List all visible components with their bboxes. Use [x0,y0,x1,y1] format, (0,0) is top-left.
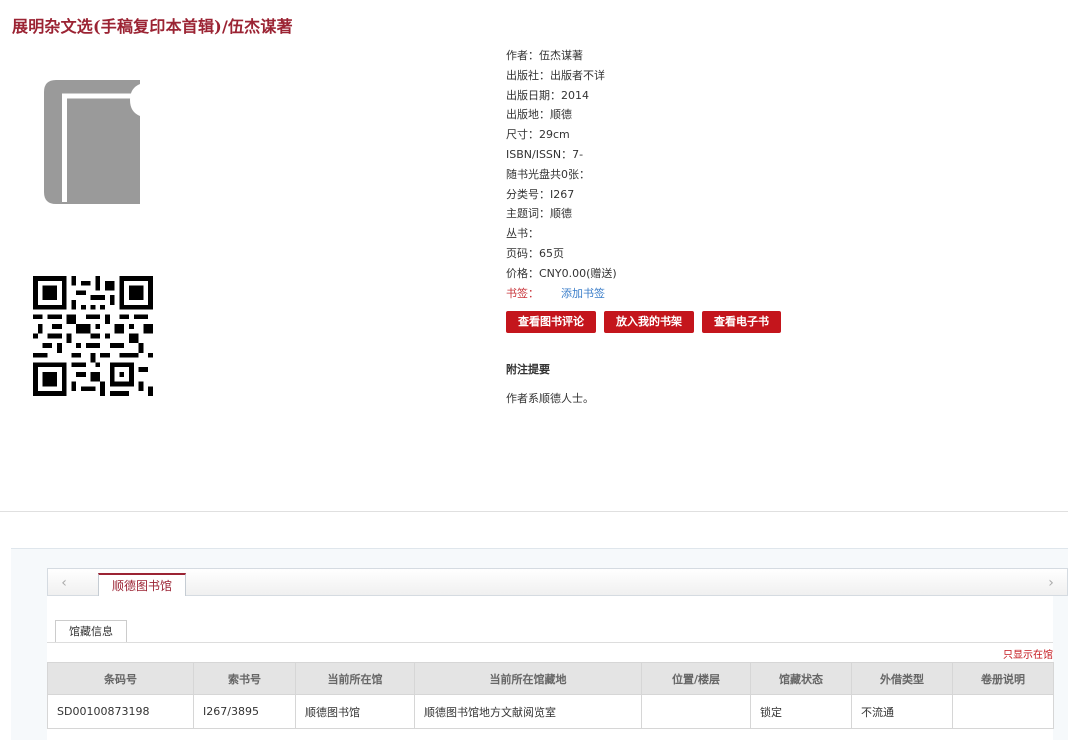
meta-class-no: 分类号：I267 [506,187,575,201]
column-header: 条码号 [47,662,194,695]
qr-code [33,276,153,396]
view-ebook-button[interactable]: 查看电子书 [702,311,781,333]
meta-subject: 主题词：顺德 [506,207,572,221]
notes-title: 附注提要 [506,363,550,376]
column-header: 当前所在馆 [295,662,415,695]
table-row: SD00100873198 I267/3895 顺德图书馆 顺德图书馆地方文献阅… [47,694,1054,729]
book-title: 展明杂文选(手稿复印本首辑)/伍杰谋著 [12,17,293,36]
cell-status: 锁定 [750,694,852,729]
notes-text: 作者系顺德人士。 [506,392,594,405]
meta-disc: 随书光盘共0张： [506,167,590,181]
column-header: 馆藏状态 [750,662,852,695]
holdings-table: 条码号 索书号 当前所在馆 当前所在馆藏地 位置/楼层 馆藏状态 外借类型 卷册… [47,662,1054,729]
tab-shunde-library[interactable]: 顺德图书馆 [98,573,187,597]
column-header: 当前所在馆藏地 [414,662,642,695]
column-header: 索书号 [193,662,296,695]
chevron-right-icon[interactable]: › [1039,573,1063,593]
cell-loan-type: 不流通 [851,694,953,729]
cell-location: 顺德图书馆地方文献阅览室 [414,694,642,729]
meta-publisher: 出版社：出版者不详 [506,68,605,82]
meta-pub-date: 出版日期：2014 [506,88,589,102]
book-metadata: 作者：伍杰谋著 出版社：出版者不详 出版日期：2014 出版地：顺德 尺寸：29… [506,46,926,303]
cell-floor [641,694,751,729]
add-bookmark-link[interactable]: 添加书签 [561,287,605,300]
meta-pages: 页码：65页 [506,246,564,260]
chevron-left-icon[interactable]: ‹ [52,573,76,593]
only-show-available-link[interactable]: 只显示在馆 [1003,646,1053,661]
cell-volume-note [952,694,1054,729]
meta-price: 价格：CNY0.00(赠送) [506,266,617,280]
cell-library: 顺德图书馆 [295,694,415,729]
add-to-shelf-button[interactable]: 放入我的书架 [604,311,694,333]
book-icon [44,80,140,204]
library-tabstrip: ‹ 顺德图书馆 › [47,568,1068,597]
tab-holdings-info[interactable]: 馆藏信息 [55,620,127,643]
meta-isbn: ISBN/ISSN：7- [506,147,584,161]
column-header: 外借类型 [851,662,953,695]
divider [0,511,1068,512]
meta-pub-place: 出版地：顺德 [506,108,572,122]
tab-underline [47,642,1053,643]
meta-size: 尺寸：29cm [506,128,570,142]
holdings-panel: 馆藏信息 只显示在馆 条码号 索书号 当前所在馆 当前所在馆藏地 位置/楼层 馆… [47,596,1054,740]
column-header: 卷册说明 [952,662,1054,695]
bookmark-row: 书签： 添加书签 [506,284,926,304]
cell-barcode: SD00100873198 [47,694,194,729]
meta-series: 丛书： [506,227,539,241]
meta-author: 作者：伍杰谋著 [506,49,583,62]
action-buttons: 查看图书评论 放入我的书架 查看电子书 [506,311,781,333]
cell-call-number: I267/3895 [193,694,296,729]
table-header-row: 条码号 索书号 当前所在馆 当前所在馆藏地 位置/楼层 馆藏状态 外借类型 卷册… [47,662,1054,695]
column-header: 位置/楼层 [641,662,751,695]
bookmark-label: 书签： [506,286,539,300]
holdings-section: ‹ 顺德图书馆 › 馆藏信息 只显示在馆 条码号 索书号 当前所在馆 当前所在馆… [11,548,1068,740]
view-reviews-button[interactable]: 查看图书评论 [506,311,596,333]
